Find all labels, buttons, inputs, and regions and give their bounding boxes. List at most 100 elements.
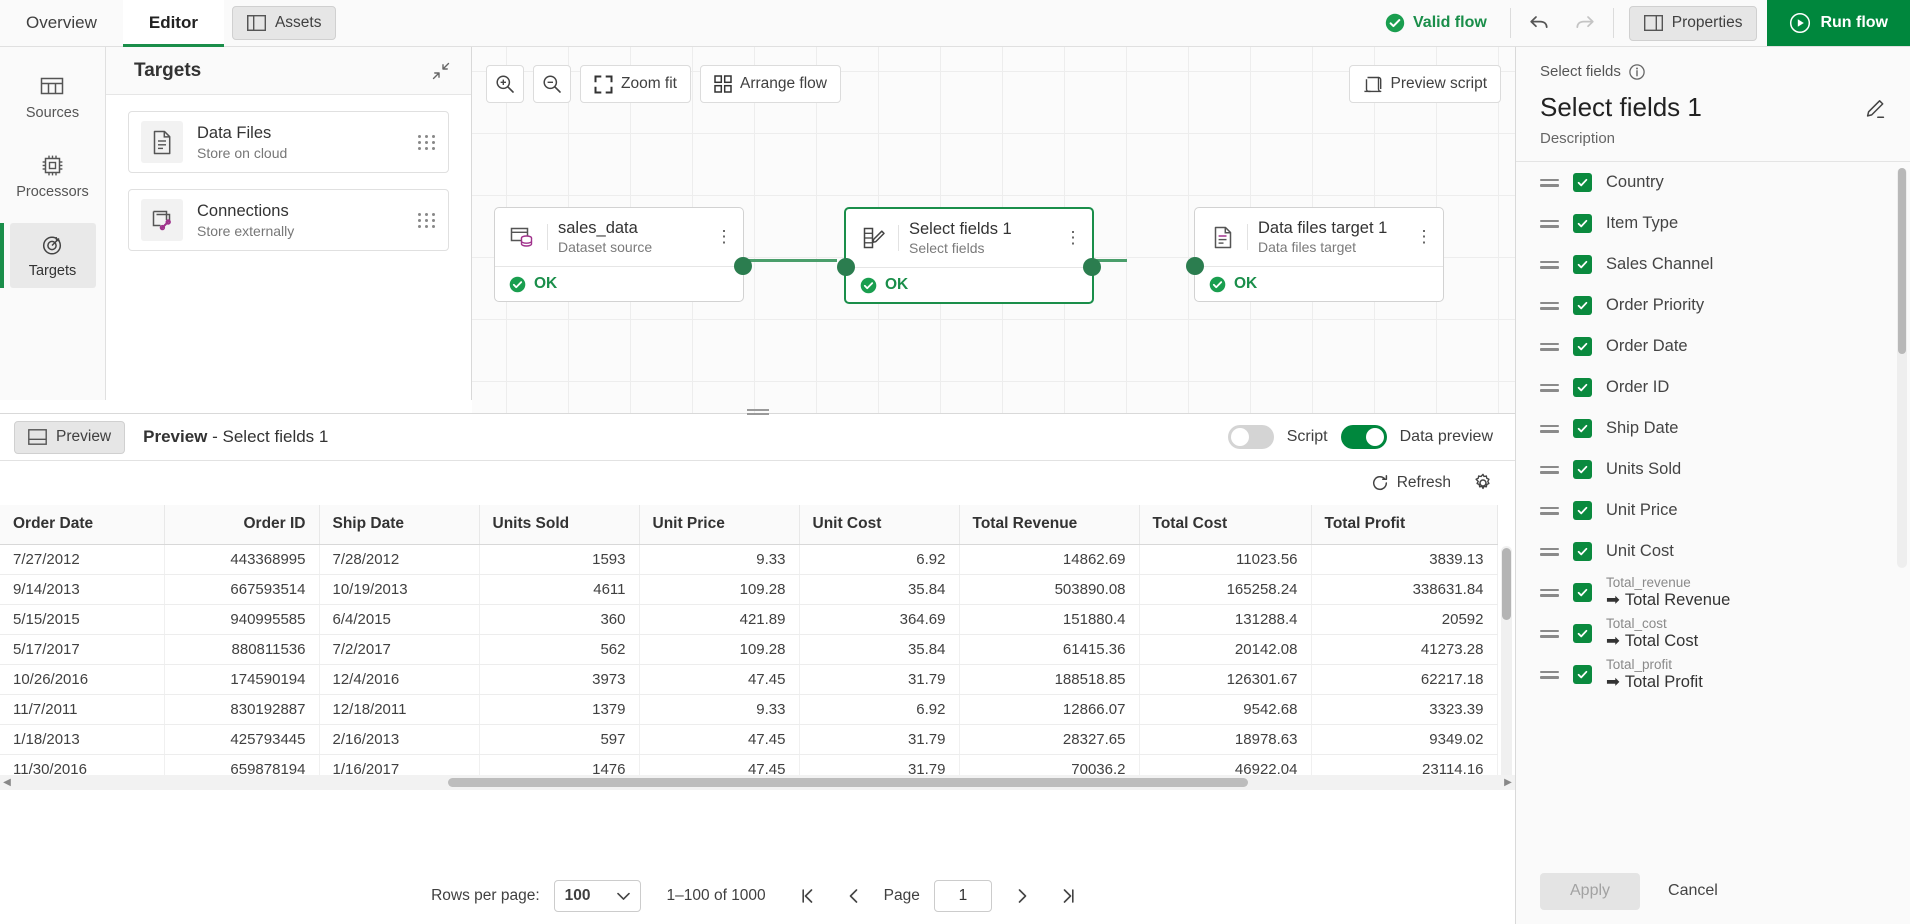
table-row[interactable]: 5/17/2017 880811536 7/2/2017 562 109.28 35.84… bbox=[0, 634, 1498, 665]
field-list[interactable]: Country Item Type Sales Channel Order Prior… bbox=[1516, 161, 1910, 858]
field-checkbox[interactable] bbox=[1573, 460, 1592, 479]
node-output-port[interactable] bbox=[734, 257, 752, 275]
scroll-left-arrow[interactable]: ◀ bbox=[0, 777, 14, 788]
table-row[interactable]: 5/15/2015 940995585 6/4/2015 360 421.89 364.6… bbox=[0, 604, 1498, 635]
column-header-order-date[interactable]: Order Date bbox=[0, 505, 165, 545]
drag-handle-icon[interactable] bbox=[1540, 342, 1559, 351]
previous-page-button[interactable] bbox=[838, 880, 870, 912]
zoom-out-button[interactable] bbox=[533, 65, 571, 103]
run-flow-button[interactable]: Run flow bbox=[1767, 0, 1910, 46]
scrollbar-thumb[interactable] bbox=[1502, 548, 1511, 620]
column-header-order-id[interactable]: Order ID bbox=[164, 505, 320, 545]
first-page-button[interactable] bbox=[792, 880, 824, 912]
node-menu-icon[interactable]: ⋮ bbox=[715, 228, 733, 245]
column-header-total-cost[interactable]: Total Cost bbox=[1139, 505, 1312, 545]
flow-node-select-fields[interactable]: Select fields 1 Select fields ⋮ OK bbox=[837, 207, 1101, 304]
refresh-button[interactable]: Refresh bbox=[1371, 474, 1451, 492]
cancel-button[interactable]: Cancel bbox=[1654, 882, 1732, 900]
drag-handle-icon[interactable] bbox=[1540, 629, 1559, 638]
drag-handle-icon[interactable] bbox=[1540, 178, 1559, 187]
info-icon[interactable] bbox=[1629, 63, 1645, 80]
drag-handle-icon[interactable] bbox=[1540, 506, 1559, 515]
redo-button[interactable] bbox=[1562, 3, 1608, 43]
field-list-item[interactable]: Order Priority bbox=[1516, 285, 1910, 326]
table-row[interactable]: 10/26/2016 174590194 12/4/2016 3973 47.45 31.… bbox=[0, 664, 1498, 695]
column-header-unit-price[interactable]: Unit Price bbox=[639, 505, 800, 545]
zoom-fit-button[interactable]: Zoom fit bbox=[580, 65, 691, 103]
drag-handle-icon[interactable] bbox=[1540, 260, 1559, 269]
arrange-flow-button[interactable]: Arrange flow bbox=[699, 65, 841, 103]
field-list-item[interactable]: Ship Date bbox=[1516, 408, 1910, 449]
field-list-item[interactable]: Sales Channel bbox=[1516, 244, 1910, 285]
drag-handle-icon[interactable] bbox=[1540, 424, 1559, 433]
tab-overview[interactable]: Overview bbox=[0, 0, 123, 46]
last-page-button[interactable] bbox=[1052, 880, 1084, 912]
scrollbar-track[interactable] bbox=[28, 778, 1487, 787]
preview-toggle-button[interactable]: Preview bbox=[14, 420, 126, 454]
sidebar-item-processors[interactable]: Processors bbox=[10, 144, 96, 209]
field-list-item[interactable]: Units Sold bbox=[1516, 449, 1910, 490]
apply-button[interactable]: Apply bbox=[1540, 872, 1641, 910]
field-checkbox[interactable] bbox=[1573, 296, 1592, 315]
node-output-port[interactable] bbox=[1083, 258, 1101, 276]
field-checkbox[interactable] bbox=[1573, 214, 1592, 233]
scroll-right-arrow[interactable]: ▶ bbox=[1501, 777, 1515, 788]
drag-handle-icon[interactable] bbox=[1540, 547, 1559, 556]
script-toggle[interactable] bbox=[1227, 425, 1274, 449]
field-list-item[interactable]: Total_cost ➡ Total Cost bbox=[1516, 613, 1910, 654]
column-header-unit-cost[interactable]: Unit Cost bbox=[799, 505, 960, 545]
drag-handle-icon[interactable] bbox=[418, 212, 436, 228]
preview-resize-handle[interactable] bbox=[743, 404, 773, 416]
drag-handle-icon[interactable] bbox=[1540, 301, 1559, 310]
drag-handle-icon[interactable] bbox=[1540, 219, 1559, 228]
field-checkbox[interactable] bbox=[1573, 337, 1592, 356]
table-scroll-container[interactable]: Order Date Order ID Ship Date Units Sold… bbox=[0, 505, 1515, 790]
field-checkbox[interactable] bbox=[1573, 501, 1592, 520]
collapse-icon[interactable] bbox=[431, 61, 451, 81]
field-list-item[interactable]: Country bbox=[1516, 162, 1910, 203]
table-row[interactable]: 7/27/2012 443368995 7/28/2012 1593 9.33 6.92 1… bbox=[0, 544, 1498, 575]
table-horizontal-scrollbar[interactable]: ◀ ▶ bbox=[0, 775, 1515, 790]
node-menu-icon[interactable]: ⋮ bbox=[1415, 228, 1433, 245]
field-checkbox[interactable] bbox=[1573, 542, 1592, 561]
field-checkbox[interactable] bbox=[1573, 665, 1592, 684]
field-checkbox[interactable] bbox=[1573, 173, 1592, 192]
field-list-item[interactable]: Item Type bbox=[1516, 203, 1910, 244]
drag-handle-icon[interactable] bbox=[1540, 588, 1559, 597]
field-checkbox[interactable] bbox=[1573, 624, 1592, 643]
drag-handle-icon[interactable] bbox=[1540, 670, 1559, 679]
field-checkbox[interactable] bbox=[1573, 583, 1592, 602]
flow-node-sales-data[interactable]: sales_data Dataset source ⋮ OK bbox=[494, 207, 752, 302]
tab-editor[interactable]: Editor bbox=[122, 0, 225, 47]
column-header-total-revenue[interactable]: Total Revenue bbox=[959, 505, 1140, 545]
properties-button[interactable]: Properties bbox=[1628, 5, 1758, 41]
drag-handle-icon[interactable] bbox=[1540, 383, 1559, 392]
field-list-item[interactable]: Unit Price bbox=[1516, 490, 1910, 531]
table-row[interactable]: 11/7/2011 830192887 12/18/2011 1379 9.33 6.92… bbox=[0, 694, 1498, 725]
scrollbar-thumb[interactable] bbox=[448, 778, 1248, 787]
sidebar-item-targets[interactable]: Targets bbox=[0, 223, 96, 288]
gear-icon[interactable] bbox=[1473, 473, 1493, 493]
properties-scrollbar[interactable] bbox=[1897, 168, 1907, 568]
target-card-connections[interactable]: Connections Store externally bbox=[128, 189, 449, 251]
preview-script-button[interactable]: Preview script bbox=[1348, 65, 1501, 103]
assets-button[interactable]: Assets bbox=[231, 6, 337, 40]
node-menu-icon[interactable]: ⋮ bbox=[1064, 229, 1082, 246]
drag-handle-icon[interactable] bbox=[1540, 465, 1559, 474]
field-list-item[interactable]: Total_profit ➡ Total Profit bbox=[1516, 654, 1910, 695]
edit-icon[interactable] bbox=[1864, 92, 1886, 120]
field-list-item[interactable]: Unit Cost bbox=[1516, 531, 1910, 572]
next-page-button[interactable] bbox=[1006, 880, 1038, 912]
field-checkbox[interactable] bbox=[1573, 419, 1592, 438]
drag-handle-icon[interactable] bbox=[418, 134, 436, 150]
target-card-data-files[interactable]: Data Files Store on cloud bbox=[128, 111, 449, 173]
field-list-item[interactable]: Order Date bbox=[1516, 326, 1910, 367]
node-input-port[interactable] bbox=[837, 258, 855, 276]
table-vertical-scrollbar[interactable] bbox=[1501, 546, 1512, 782]
rows-per-page-select[interactable]: 100 bbox=[553, 880, 641, 912]
field-list-item[interactable]: Total_revenue ➡ Total Revenue bbox=[1516, 572, 1910, 613]
page-number-input[interactable] bbox=[933, 880, 992, 912]
table-row[interactable]: 9/14/2013 667593514 10/19/2013 4611 109.28 35… bbox=[0, 574, 1498, 605]
field-checkbox[interactable] bbox=[1573, 378, 1592, 397]
column-header-units-sold[interactable]: Units Sold bbox=[479, 505, 640, 545]
